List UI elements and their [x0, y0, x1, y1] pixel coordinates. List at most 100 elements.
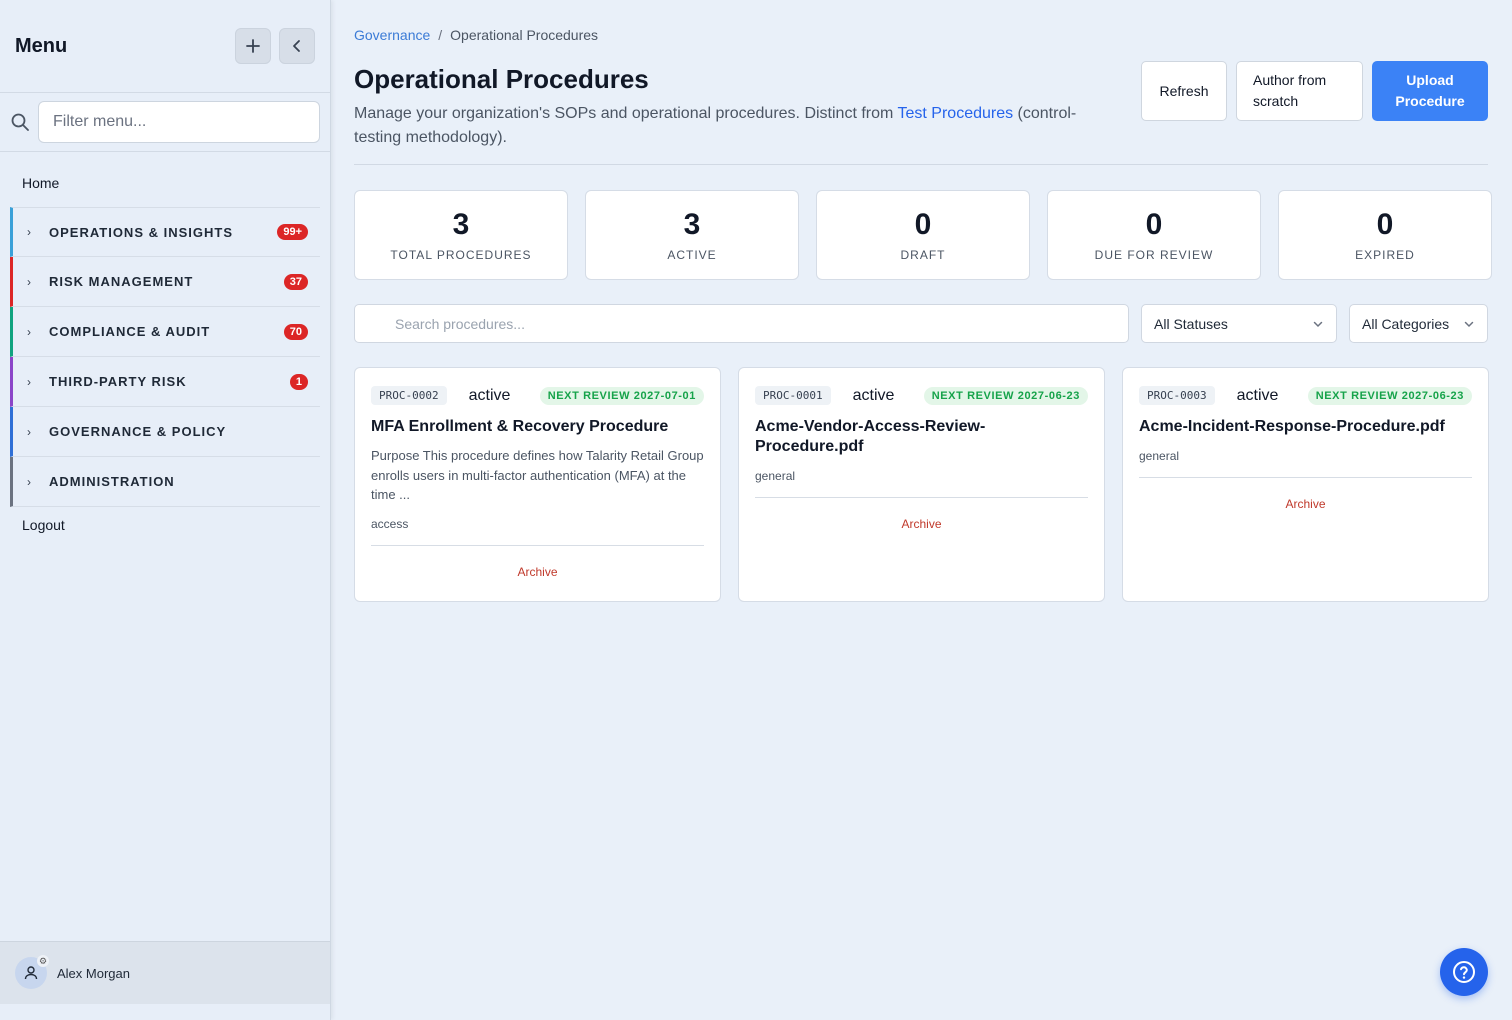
filter-bar: All Statuses All Categories — [354, 304, 1488, 343]
procedure-card[interactable]: PROC-0003 active NEXT REVIEW 2027-06-23 … — [1122, 367, 1489, 602]
chevron-down-icon — [1464, 321, 1474, 327]
stat-value: 0 — [1376, 208, 1394, 241]
next-review-badge: NEXT REVIEW 2027-07-01 — [539, 386, 704, 405]
test-procedures-link[interactable]: Test Procedures — [898, 105, 1014, 122]
breadcrumb-governance-link[interactable]: Governance — [354, 27, 430, 43]
sidebar-item-risk-management[interactable]: › RISK MANAGEMENT 37 — [10, 257, 320, 307]
chevron-right-icon: › — [27, 424, 31, 439]
page-description: Manage your organization's SOPs and oper… — [354, 102, 1114, 150]
archive-button[interactable]: Archive — [1139, 478, 1472, 533]
next-review-badge: NEXT REVIEW 2027-06-23 — [1307, 386, 1472, 405]
sidebar-item-home[interactable]: Home — [0, 152, 330, 207]
procedure-card[interactable]: PROC-0002 active NEXT REVIEW 2027-07-01 … — [354, 367, 721, 602]
sidebar-item-operations-insights[interactable]: › OPERATIONS & INSIGHTS 99+ — [10, 207, 320, 257]
archive-button[interactable]: Archive — [755, 498, 1088, 553]
sidebar-item-governance-policy[interactable]: › GOVERNANCE & POLICY — [10, 407, 320, 457]
procedure-status: active — [468, 386, 511, 404]
add-menu-button[interactable] — [235, 28, 271, 64]
chevron-right-icon: › — [27, 274, 31, 289]
card-header: PROC-0003 active NEXT REVIEW 2027-06-23 — [1139, 386, 1472, 405]
count-badge: 99+ — [277, 224, 308, 240]
refresh-button[interactable]: Refresh — [1141, 61, 1227, 121]
stat-label: EXPIRED — [1355, 248, 1415, 262]
sidebar-item-compliance-audit[interactable]: › COMPLIANCE & AUDIT 70 — [10, 307, 320, 357]
chevron-right-icon: › — [27, 225, 31, 239]
category-select-value: All Categories — [1362, 315, 1450, 332]
author-from-scratch-button[interactable]: Author from scratch — [1236, 61, 1363, 121]
header-divider — [354, 164, 1488, 165]
chevron-left-icon — [293, 40, 300, 52]
chevron-right-icon: › — [27, 324, 31, 339]
sidebar-item-third-party-risk[interactable]: › THIRD-PARTY RISK 1 — [10, 357, 320, 407]
sidebar-item-administration[interactable]: › ADMINISTRATION — [10, 457, 320, 507]
plus-icon — [246, 39, 260, 53]
user-icon — [24, 966, 38, 980]
stat-expired: 0 EXPIRED — [1278, 190, 1492, 280]
upload-procedure-button[interactable]: Upload Procedure — [1372, 61, 1488, 121]
count-badge: 37 — [283, 273, 308, 290]
stat-value: 3 — [452, 208, 470, 241]
search-icon — [11, 113, 29, 131]
stat-active: 3 ACTIVE — [585, 190, 799, 280]
procedure-category: access — [371, 516, 409, 531]
procedure-title[interactable]: Acme-Vendor-Access-Review-Procedure.pdf — [755, 417, 1088, 457]
user-footer[interactable]: ⚙ Alex Morgan — [0, 941, 330, 1004]
page-title: Operational Procedures — [354, 64, 649, 94]
procedure-title[interactable]: MFA Enrollment & Recovery Procedure — [371, 417, 704, 437]
chevron-right-icon: › — [27, 374, 31, 389]
status-select[interactable]: All Statuses — [1141, 304, 1337, 343]
sidebar-search — [0, 93, 330, 152]
chevron-down-icon — [1313, 321, 1323, 327]
stat-label: DUE FOR REVIEW — [1094, 248, 1214, 262]
sidebar-item-label: OPERATIONS & INSIGHTS — [49, 224, 233, 240]
procedure-code: PROC-0001 — [755, 386, 831, 405]
sidebar-item-label: ADMINISTRATION — [49, 474, 175, 489]
procedure-status: active — [1236, 386, 1279, 404]
stat-value: 0 — [914, 208, 932, 241]
card-header: PROC-0001 active NEXT REVIEW 2027-06-23 — [755, 386, 1088, 405]
avatar[interactable]: ⚙ — [15, 955, 49, 989]
sidebar-item-label: THIRD-PARTY RISK — [49, 374, 187, 389]
procedure-status: active — [852, 386, 895, 404]
sidebar-item-label: GOVERNANCE & POLICY — [49, 424, 227, 439]
sidebar-header: Menu — [0, 0, 330, 93]
sidebar-item-label: RISK MANAGEMENT — [49, 274, 194, 289]
filter-menu-input[interactable] — [38, 101, 320, 143]
procedure-category: general — [755, 469, 796, 483]
stat-label: TOTAL PROCEDURES — [390, 248, 532, 262]
archive-button[interactable]: Archive — [371, 546, 704, 601]
procedure-title[interactable]: Acme-Incident-Response-Procedure.pdf — [1139, 417, 1472, 437]
user-name: Alex Morgan — [57, 965, 130, 981]
collapse-sidebar-button[interactable] — [279, 28, 315, 64]
sidebar: Menu Home › OPERATIONS & INSIGHTS 99+ › … — [0, 0, 331, 1020]
breadcrumb: Governance / Operational Procedures — [354, 27, 598, 43]
page-description-text: Manage your organization's SOPs and oper… — [354, 105, 898, 122]
logout-link[interactable]: Logout — [0, 507, 330, 543]
stat-value: 3 — [683, 208, 701, 241]
sidebar-item-label: COMPLIANCE & AUDIT — [49, 324, 211, 339]
help-button[interactable] — [1440, 948, 1488, 996]
stat-value: 0 — [1145, 208, 1163, 241]
card-header: PROC-0002 active NEXT REVIEW 2027-07-01 — [371, 386, 704, 405]
stat-draft: 0 DRAFT — [816, 190, 1030, 280]
chevron-right-icon: › — [27, 474, 31, 489]
procedure-cards: PROC-0002 active NEXT REVIEW 2027-07-01 … — [354, 367, 1489, 602]
status-select-value: All Statuses — [1154, 315, 1228, 332]
procedure-description: Purpose This procedure defines how Talar… — [371, 448, 704, 502]
search-procedures-input[interactable] — [354, 304, 1129, 343]
stat-due-for-review: 0 DUE FOR REVIEW — [1047, 190, 1261, 280]
next-review-badge: NEXT REVIEW 2027-06-23 — [923, 386, 1088, 405]
procedure-card[interactable]: PROC-0001 active NEXT REVIEW 2027-06-23 … — [738, 367, 1105, 602]
procedure-code: PROC-0003 — [1139, 386, 1215, 405]
stat-label: DRAFT — [900, 248, 946, 262]
category-select[interactable]: All Categories — [1349, 304, 1488, 343]
breadcrumb-current: Operational Procedures — [450, 27, 599, 43]
sidebar-nav: › OPERATIONS & INSIGHTS 99+ › RISK MANAG… — [0, 207, 330, 507]
procedure-code: PROC-0002 — [371, 386, 447, 405]
stats-row: 3 TOTAL PROCEDURES 3 ACTIVE 0 DRAFT 0 DU… — [354, 190, 1492, 280]
breadcrumb-separator: / — [438, 27, 443, 43]
stat-label: ACTIVE — [667, 248, 717, 262]
count-badge: 1 — [289, 373, 308, 390]
count-badge: 70 — [283, 323, 308, 340]
help-icon — [1453, 961, 1475, 983]
